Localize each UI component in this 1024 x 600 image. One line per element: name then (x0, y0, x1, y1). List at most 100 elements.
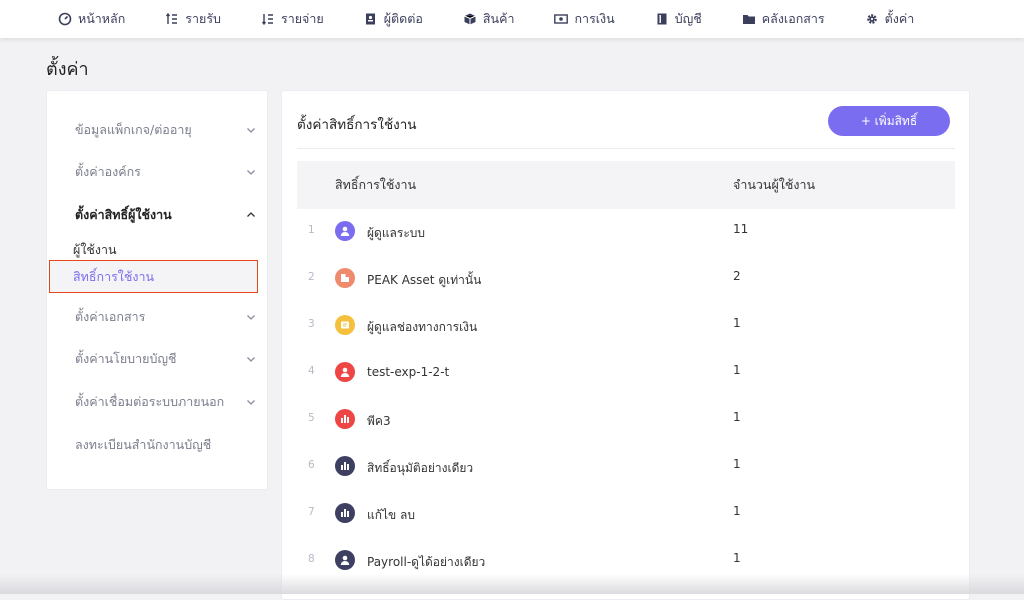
chevron-down-icon (245, 124, 257, 136)
nav-products[interactable]: สินค้า (463, 9, 515, 29)
divider (297, 148, 955, 149)
sidebar-item-documents[interactable]: ตั้งค่าเอกสาร (75, 307, 257, 327)
expense-icon (261, 12, 275, 26)
sidebar-item-label: ตั้งค่านโยบายบัญชี (75, 351, 177, 366)
row-number: 6 (308, 459, 315, 471)
permissions-panel: ตั้งค่าสิทธิ์การใช้งาน + เพิ่มสิทธิ์ สิท… (281, 90, 970, 600)
nav-documents[interactable]: คลังเอกสาร (742, 9, 825, 29)
sidebar-item-label: ตั้งค่าเอกสาร (75, 309, 146, 324)
chevron-down-icon (245, 353, 257, 365)
box-icon (463, 12, 477, 26)
chevron-up-icon (245, 209, 257, 221)
permission-name: สิทธิ์อนุมัติอย่างเดียว (367, 461, 474, 475)
table-row[interactable]: 4 test-exp-1-2-t 1 (297, 350, 955, 397)
sidebar-item-organization[interactable]: ตั้งค่าองค์กร (75, 162, 257, 182)
user-count: 1 (733, 316, 741, 330)
page-title: ตั้งค่า (46, 59, 89, 80)
nav-label: การเงิน (574, 11, 615, 26)
contacts-icon (364, 12, 378, 26)
user-count: 1 (733, 363, 741, 377)
chevron-down-icon (245, 166, 257, 178)
nav-label: ตั้งค่า (884, 11, 915, 26)
permission-name: PEAK Asset ดูเท่านั้น (367, 273, 482, 287)
sidebar-item-package[interactable]: ข้อมูลแพ็กเกจ/ต่ออายุ (75, 120, 257, 140)
chevron-down-icon (245, 311, 257, 323)
column-header-user-count: จำนวนผู้ใช้งาน (733, 177, 816, 192)
sidebar-item-label: ตั้งค่าองค์กร (75, 164, 141, 179)
nav-home[interactable]: หน้าหลัก (58, 9, 125, 29)
sidebar-subitem-permissions[interactable]: สิทธิ์การใช้งาน (49, 260, 258, 293)
bar-chart-icon (335, 409, 355, 429)
user-count: 11 (733, 222, 749, 236)
table-row[interactable]: 6 สิทธิ์อนุมัติอย่างเดียว 1 (297, 444, 955, 491)
permission-name: Payroll-ดูได้อย่างเดียว (367, 555, 486, 569)
nav-finance[interactable]: การเงิน (554, 9, 615, 29)
row-number: 4 (308, 365, 315, 377)
permission-name: พีค3 (367, 414, 391, 428)
column-header-permission: สิทธิ์การใช้งาน (335, 177, 417, 192)
nav-label: รายรับ (185, 11, 221, 26)
user-icon (335, 221, 355, 241)
nav-label: บัญชี (674, 11, 702, 26)
permission-name: test-exp-1-2-t (367, 365, 450, 379)
chevron-down-icon (245, 396, 257, 408)
row-number: 5 (308, 412, 315, 424)
permission-name: ผู้ดูแลช่องทางการเงิน (367, 320, 478, 334)
book-icon (655, 12, 669, 26)
add-permission-button[interactable]: + เพิ่มสิทธิ์ (828, 106, 950, 136)
sidebar-item-label: ตั้งค่าสิทธิ์ผู้ใช้งาน (75, 207, 172, 222)
nav-label: รายจ่าย (281, 11, 324, 26)
gear-icon (865, 12, 879, 26)
nav-settings[interactable]: ตั้งค่า (865, 9, 915, 29)
panel-title: ตั้งค่าสิทธิ์การใช้งาน (297, 117, 417, 133)
wallet-icon (335, 315, 355, 335)
permission-name: แก้ไข ลบ (367, 508, 416, 522)
table-row[interactable]: 7 แก้ไข ลบ 1 (297, 491, 955, 538)
table-row[interactable]: 1 ผู้ดูแลระบบ 11 (297, 209, 955, 256)
sidebar-subitem-users[interactable]: ผู้ใช้งาน (73, 240, 117, 260)
nav-expense[interactable]: รายจ่าย (261, 9, 324, 29)
sidebar-item-label: ตั้งค่าเชื่อมต่อระบบภายนอก (75, 394, 225, 409)
nav-label: คลังเอกสาร (761, 11, 825, 26)
sidebar-item-register-office[interactable]: ลงทะเบียนสำนักงานบัญชี (75, 435, 257, 455)
nav-contacts[interactable]: ผู้ติดต่อ (364, 9, 423, 29)
table-row[interactable]: 3 ผู้ดูแลช่องทางการเงิน 1 (297, 303, 955, 350)
bottom-shade (0, 574, 1024, 594)
table-row[interactable]: 5 พีค3 1 (297, 397, 955, 444)
bar-chart-icon (335, 503, 355, 523)
top-navigation: หน้าหลัก รายรับ รายจ่าย ผู้ติดต่อ สินค้า… (0, 0, 1024, 38)
nav-accounting[interactable]: บัญชี (655, 9, 702, 29)
dashboard-icon (58, 12, 72, 26)
user-count: 2 (733, 269, 741, 283)
sidebar-item-user-permissions[interactable]: ตั้งค่าสิทธิ์ผู้ใช้งาน (75, 205, 257, 225)
user-count: 1 (733, 457, 741, 471)
nav-income[interactable]: รายรับ (165, 9, 221, 29)
settings-sidebar: ข้อมูลแพ็กเกจ/ต่ออายุ ตั้งค่าองค์กร ตั้ง… (46, 90, 268, 490)
table-row[interactable]: 2 PEAK Asset ดูเท่านั้น 2 (297, 256, 955, 303)
income-icon (165, 12, 179, 26)
user-icon (335, 550, 355, 570)
sidebar-item-label: ลงทะเบียนสำนักงานบัญชี (75, 437, 212, 452)
row-number: 8 (308, 553, 315, 565)
sidebar-subitem-label: สิทธิ์การใช้งาน (73, 268, 155, 284)
table-header: สิทธิ์การใช้งาน จำนวนผู้ใช้งาน (297, 161, 955, 209)
user-count: 1 (733, 410, 741, 424)
folder-icon (742, 12, 756, 26)
row-number: 7 (308, 506, 315, 518)
user-count: 1 (733, 551, 741, 565)
sidebar-item-label: ข้อมูลแพ็กเกจ/ต่ออายุ (75, 122, 192, 137)
nav-label: หน้าหลัก (78, 11, 126, 26)
bar-chart-icon (335, 456, 355, 476)
building-icon (335, 268, 355, 288)
money-icon (554, 12, 569, 26)
user-icon (335, 362, 355, 382)
user-count: 1 (733, 504, 741, 518)
sidebar-item-accounting-policy[interactable]: ตั้งค่านโยบายบัญชี (75, 349, 257, 369)
row-number: 2 (308, 271, 315, 283)
row-number: 1 (308, 224, 315, 236)
nav-label: ผู้ติดต่อ (383, 11, 423, 26)
permission-name: ผู้ดูแลระบบ (367, 226, 426, 240)
row-number: 3 (308, 318, 315, 330)
nav-label: สินค้า (482, 11, 515, 26)
sidebar-item-integrations[interactable]: ตั้งค่าเชื่อมต่อระบบภายนอก (75, 392, 257, 412)
